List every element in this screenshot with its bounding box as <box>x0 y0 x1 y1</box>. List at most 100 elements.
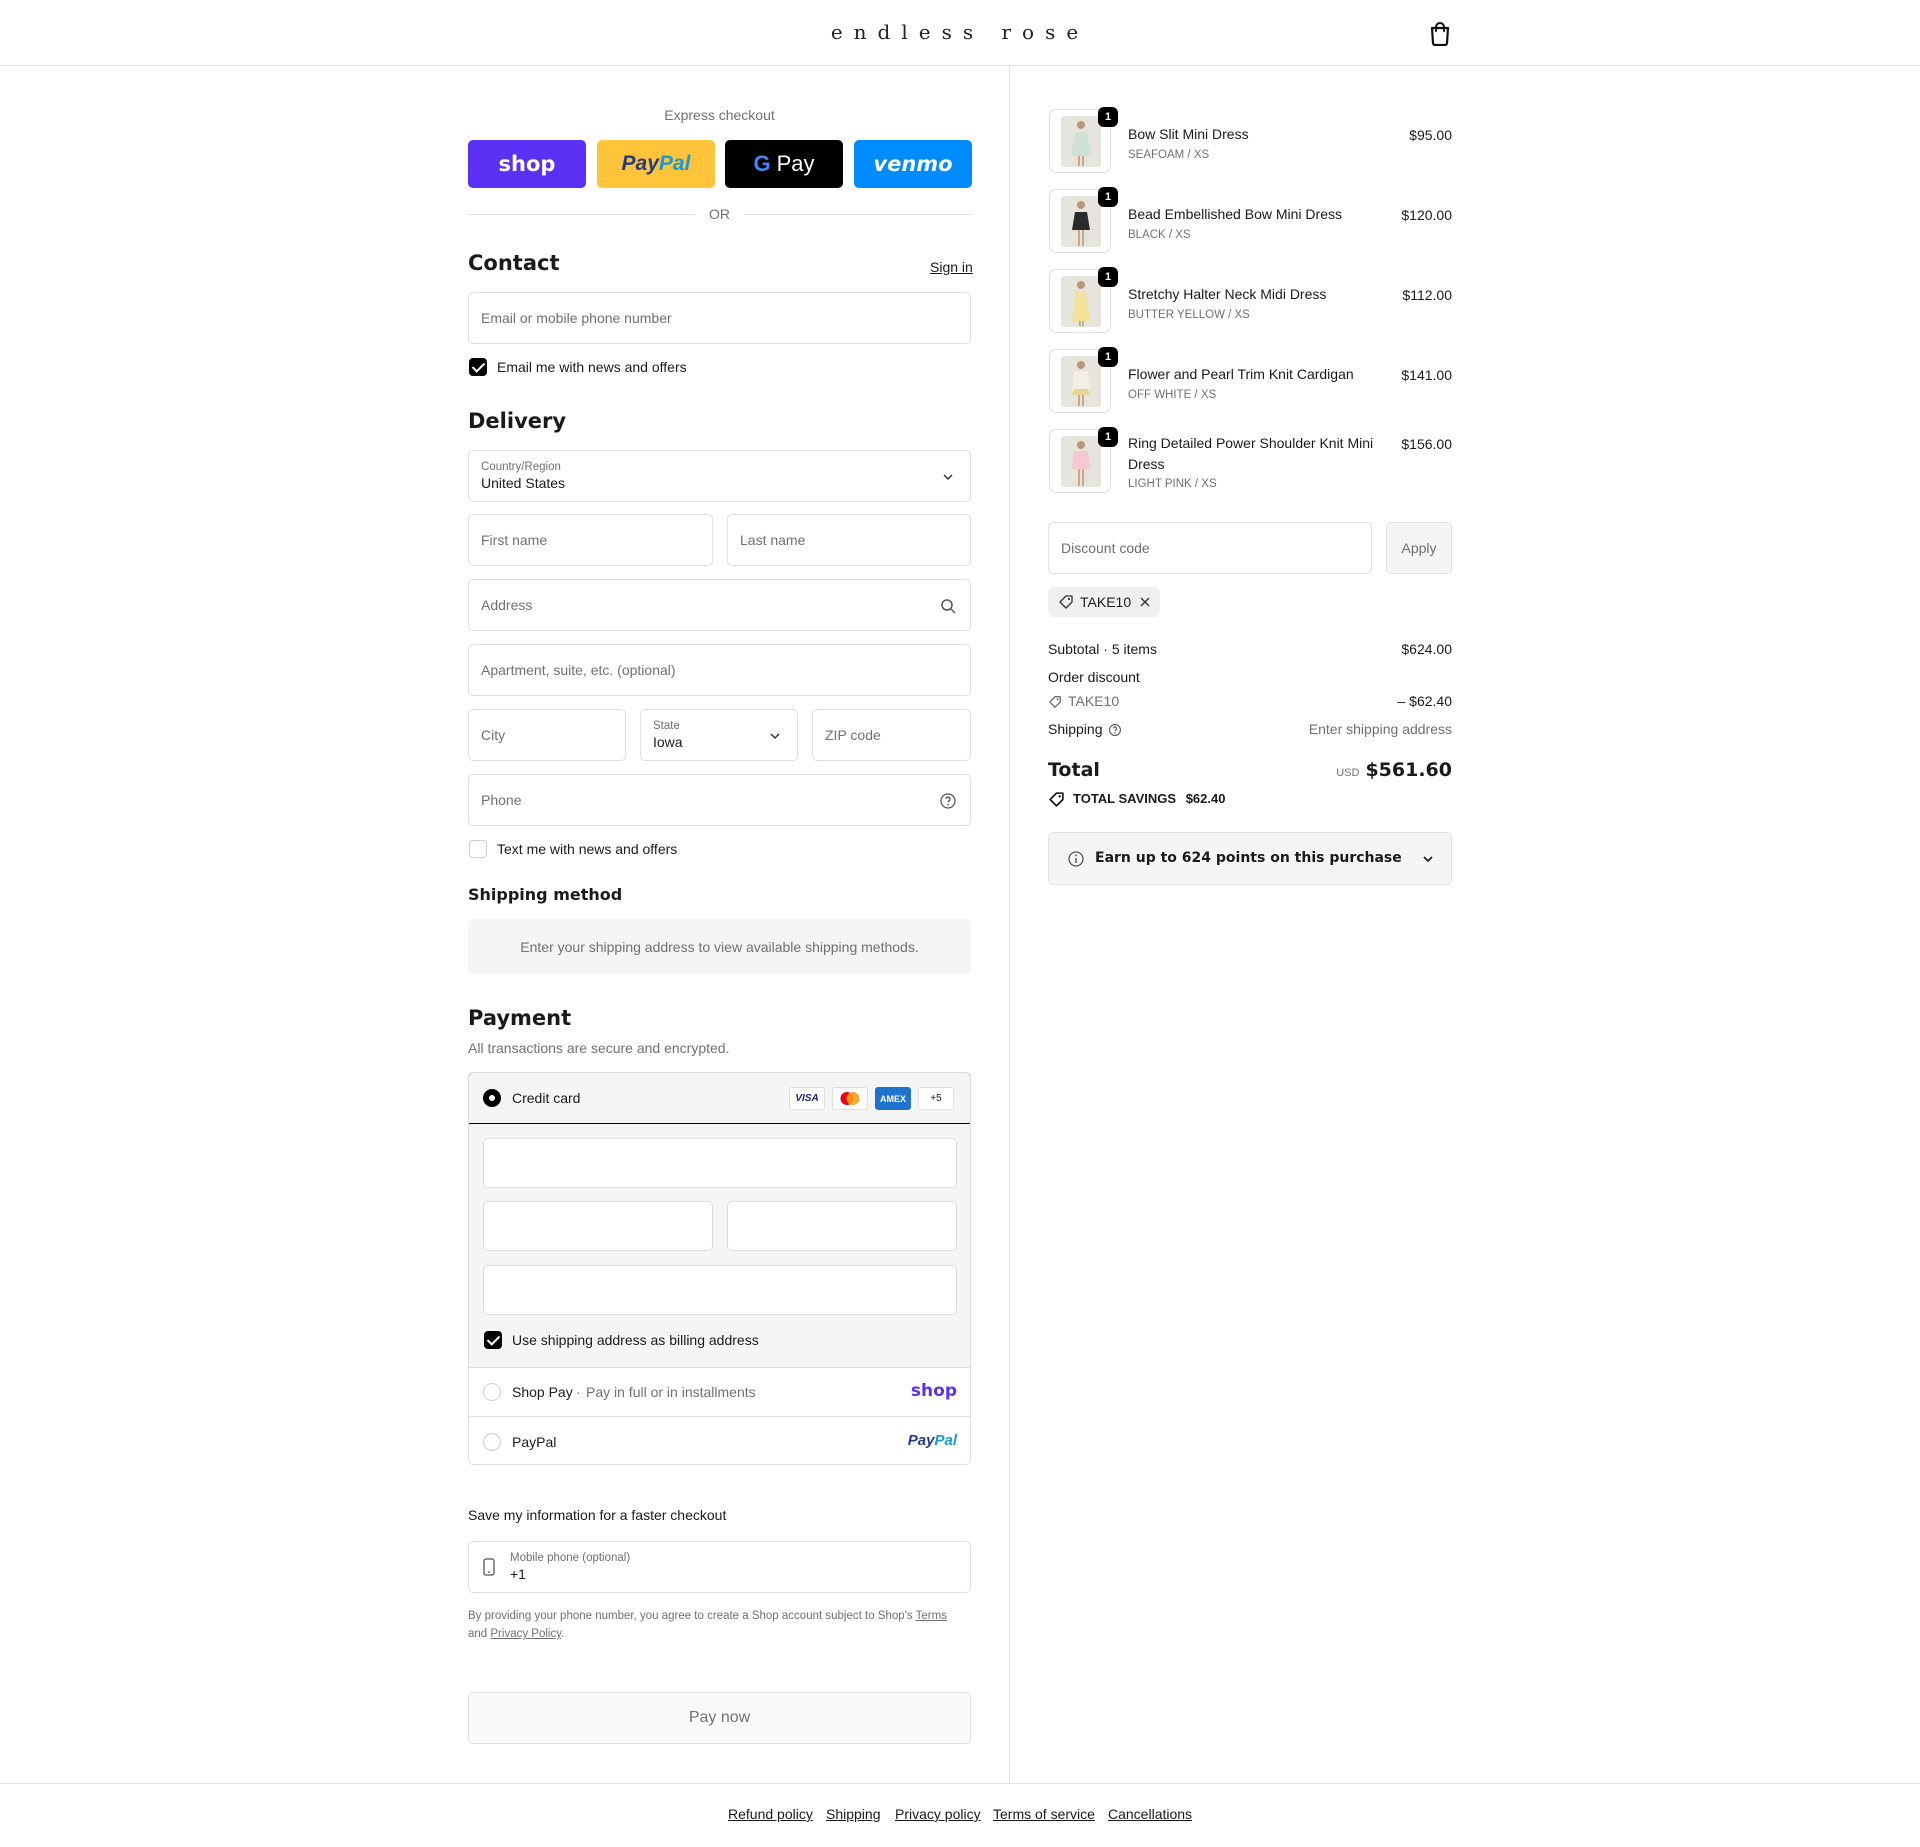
phone-placeholder: Phone <box>481 792 522 808</box>
text-news-label: Text me with news and offers <box>497 841 678 857</box>
shipping-row: Shipping Enter shipping address <box>1048 721 1452 737</box>
last-name-placeholder: Last name <box>740 532 806 548</box>
first-name-placeholder: First name <box>481 532 548 548</box>
shop-pay-option[interactable]: Shop Pay · Pay in full or in installment… <box>469 1368 970 1417</box>
last-name-field[interactable]: Last name <box>727 514 971 566</box>
mobile-phone-field[interactable]: Mobile phone (optional) +1 <box>468 1541 971 1593</box>
item-name: Stretchy Halter Neck Midi Dress <box>1128 286 1327 302</box>
billing-address-checkbox[interactable] <box>484 1331 502 1349</box>
shop-pay-logo: shop <box>910 1381 957 1401</box>
zip-field[interactable]: ZIP code <box>812 709 971 761</box>
card-expiry-field[interactable] <box>483 1201 713 1251</box>
chevron-down-icon <box>1419 850 1437 871</box>
column-divider <box>1009 66 1010 1783</box>
country-select[interactable]: Country/Region United States <box>468 450 971 502</box>
search-icon <box>939 597 957 615</box>
paypal-label: PayPal <box>512 1434 557 1450</box>
item-price: $120.00 <box>1401 207 1452 223</box>
item-price: $156.00 <box>1401 436 1452 452</box>
shop-pay-radio[interactable] <box>483 1383 501 1401</box>
paypal-logo-pal: Pal <box>934 1432 957 1449</box>
subtotal-label: Subtotal · 5 items <box>1048 641 1157 657</box>
loyalty-points-accordion[interactable]: Earn up to 624 points on this purchase <box>1048 832 1452 885</box>
card-number-field[interactable] <box>483 1138 957 1188</box>
state-value: Iowa <box>653 734 683 750</box>
disclaimer-and: and <box>468 1628 491 1640</box>
remove-discount-icon[interactable] <box>1139 596 1151 608</box>
address-field[interactable]: Address <box>468 579 971 631</box>
terms-of-service-link[interactable]: Terms of service <box>993 1806 1095 1822</box>
apply-label: Apply <box>1401 540 1437 556</box>
sign-in-link[interactable]: Sign in <box>930 259 973 275</box>
or-label: OR <box>709 206 730 222</box>
shopping-bag-icon[interactable] <box>1428 20 1452 47</box>
tag-icon <box>1058 594 1074 610</box>
pay-now-button[interactable]: Pay now <box>468 1692 971 1744</box>
first-name-field[interactable]: First name <box>468 514 713 566</box>
credit-card-option[interactable]: Credit card VISA AMEX +5 <box>469 1073 970 1124</box>
city-placeholder: City <box>481 727 506 743</box>
shipping-method-message: Enter your shipping address to view avai… <box>520 938 919 955</box>
quantity-badge: 1 <box>1098 267 1118 287</box>
cancellations-link[interactable]: Cancellations <box>1108 1806 1192 1822</box>
google-pay-express-button[interactable]: G Pay <box>725 140 843 188</box>
email-placeholder: Email or mobile phone number <box>481 310 672 326</box>
contact-heading: Contact <box>468 251 560 275</box>
refund-policy-link[interactable]: Refund policy <box>728 1806 813 1822</box>
billing-address-label: Use shipping address as billing address <box>512 1332 759 1348</box>
discount-code-field[interactable]: Discount code <box>1048 522 1372 574</box>
email-field[interactable]: Email or mobile phone number <box>468 292 971 344</box>
state-select[interactable]: State Iowa <box>640 709 798 761</box>
help-icon[interactable] <box>939 792 957 810</box>
text-news-checkbox[interactable] <box>469 840 487 858</box>
subtotal-row: Subtotal · 5 items $624.00 <box>1048 641 1452 657</box>
shop-pay-label: Shop Pay <box>512 1384 573 1400</box>
shop-pay-description: Pay in full or in installments <box>586 1384 756 1400</box>
city-field[interactable]: City <box>468 709 626 761</box>
shop-pay-separator: · <box>576 1384 581 1400</box>
privacy-policy-footer-link[interactable]: Privacy policy <box>895 1806 981 1822</box>
card-name-field[interactable] <box>483 1265 957 1315</box>
zip-placeholder: ZIP code <box>825 727 881 743</box>
total-savings-row: TOTAL SAVINGS $62.40 <box>1048 791 1452 807</box>
visa-text: VISA <box>795 1093 819 1104</box>
paypal-option[interactable]: PayPal PayPal <box>469 1418 970 1464</box>
order-discount-label: Order discount <box>1048 669 1140 685</box>
mastercard-icon <box>832 1087 868 1110</box>
terms-link[interactable]: Terms <box>916 1610 947 1622</box>
payment-subtitle: All transactions are secure and encrypte… <box>468 1040 730 1056</box>
paypal-express-button[interactable]: Pay Pal <box>597 140 715 188</box>
applied-discount-code: TAKE10 <box>1080 594 1132 610</box>
venmo-express-button[interactable]: venmo <box>854 140 972 188</box>
product-image <box>1061 276 1101 327</box>
apartment-field[interactable]: Apartment, suite, etc. (optional) <box>468 644 971 696</box>
shipping-method-heading: Shipping method <box>468 885 623 904</box>
mobile-phone-icon <box>483 1558 495 1579</box>
apply-discount-button[interactable]: Apply <box>1386 522 1452 574</box>
card-cvv-field[interactable] <box>727 1201 957 1251</box>
privacy-policy-link[interactable]: Privacy Policy <box>490 1628 561 1640</box>
paypal-logo-pay: Pay <box>621 152 659 175</box>
phone-field[interactable]: Phone <box>468 774 971 826</box>
quantity-badge: 1 <box>1098 427 1118 447</box>
email-news-checkbox[interactable] <box>469 358 487 376</box>
help-icon[interactable] <box>1108 723 1122 740</box>
amex-icon: AMEX <box>875 1087 911 1110</box>
paypal-logo-pal: Pal <box>658 152 691 175</box>
order-discount-row: Order discount <box>1048 669 1452 685</box>
paypal-radio[interactable] <box>483 1433 501 1451</box>
store-logo[interactable]: endless rose <box>0 20 1920 44</box>
disclaimer-text: By providing your phone number, you agre… <box>468 1610 916 1622</box>
shipping-method-notice: Enter your shipping address to view avai… <box>468 919 971 974</box>
more-cards-text: +5 <box>930 1093 942 1104</box>
shop-pay-express-button[interactable]: shop <box>468 140 586 188</box>
credit-card-radio[interactable] <box>483 1089 501 1107</box>
discount-code-label: TAKE10 <box>1068 693 1120 709</box>
item-variant: LIGHT PINK / XS <box>1128 478 1217 490</box>
mobile-phone-label: Mobile phone (optional) <box>510 1552 631 1564</box>
credit-card-label: Credit card <box>512 1090 581 1106</box>
shipping-link[interactable]: Shipping <box>826 1806 881 1822</box>
pay-now-label: Pay now <box>688 1709 751 1726</box>
total-savings-amount: $62.40 <box>1185 791 1226 806</box>
visa-icon: VISA <box>789 1087 825 1110</box>
